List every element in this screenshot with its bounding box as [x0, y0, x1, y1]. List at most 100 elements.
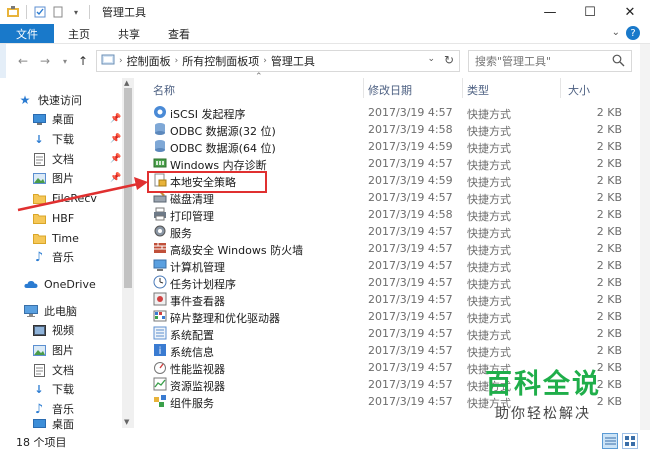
nav-item-pictures[interactable]: 图片	[32, 168, 74, 188]
maximize-button[interactable]: ☐	[570, 0, 610, 24]
file-row[interactable]: 打印管理 2017/3/19 4:58 快捷方式 2 KB	[140, 206, 630, 223]
watermark-title: 百科全说	[485, 369, 601, 400]
large-icons-view-icon[interactable]	[622, 433, 638, 449]
expand-ribbon-icon[interactable]: ⌄	[612, 27, 620, 38]
customize-toolbar-icon[interactable]: ▾	[69, 5, 83, 19]
toolbar-separator	[89, 5, 90, 19]
column-divider[interactable]	[560, 78, 561, 98]
nav-item-documents[interactable]: 文档	[32, 149, 74, 169]
recent-locations-icon[interactable]: ▾	[56, 52, 74, 70]
search-box[interactable]	[468, 50, 632, 72]
scroll-down-icon[interactable]: ▼	[124, 418, 129, 426]
nav-item-desktop[interactable]: 桌面	[32, 109, 74, 129]
desktop-icon	[32, 112, 46, 126]
item-count: 18 个项目	[16, 436, 67, 449]
column-type[interactable]: 类型	[467, 82, 489, 98]
file-row[interactable]: 计算机管理 2017/3/19 4:57 快捷方式 2 KB	[140, 257, 630, 274]
nav-item-hbf[interactable]: HBF	[32, 208, 74, 228]
address-dropdown-icon[interactable]: ⌄	[427, 54, 435, 64]
file-date: 2017/3/19 4:57	[368, 157, 453, 170]
file-row[interactable]: 系统配置 2017/3/19 4:57 快捷方式 2 KB	[140, 325, 630, 342]
nav-pc-videos[interactable]: 视频	[32, 320, 74, 340]
file-row[interactable]: ODBC 数据源(64 位) 2017/3/19 4:59 快捷方式 2 KB	[140, 138, 630, 155]
file-row[interactable]: 事件查看器 2017/3/19 4:57 快捷方式 2 KB	[140, 291, 630, 308]
nav-pc-desktop[interactable]: 桌面	[32, 418, 74, 430]
pin-icon[interactable]: 📌	[110, 154, 121, 164]
nav-item-filerecv[interactable]: FileRecv	[32, 188, 97, 208]
pin-icon[interactable]: 📌	[110, 134, 121, 144]
nav-label: 下载	[52, 133, 74, 146]
file-date: 2017/3/19 4:57	[368, 276, 453, 289]
nav-quick-access[interactable]: ★ 快速访问	[18, 90, 82, 110]
column-divider[interactable]	[363, 78, 364, 98]
close-button[interactable]: ✕	[610, 0, 650, 24]
watermark-subtitle: 助你轻松解决	[495, 406, 591, 422]
new-folder-icon[interactable]	[51, 5, 65, 19]
column-divider[interactable]	[462, 78, 463, 98]
file-row[interactable]: 任务计划程序 2017/3/19 4:57 快捷方式 2 KB	[140, 274, 630, 291]
nav-pc-pictures[interactable]: 图片	[32, 340, 74, 360]
scroll-up-icon[interactable]: ▲	[124, 79, 129, 87]
file-date: 2017/3/19 4:57	[368, 242, 453, 255]
breadcrumb-admin-tools[interactable]: 管理工具	[271, 53, 315, 69]
nav-label: 快速访问	[38, 94, 82, 107]
details-view-icon[interactable]	[602, 433, 618, 449]
breadcrumb-control-panel[interactable]: 控制面板	[127, 53, 171, 69]
file-size: 2 KB	[596, 191, 622, 204]
download-icon: ↓	[34, 382, 44, 396]
file-row[interactable]: 服务 2017/3/19 4:57 快捷方式 2 KB	[140, 223, 630, 240]
video-icon	[32, 323, 46, 337]
pin-icon[interactable]: 📌	[110, 114, 121, 124]
nav-item-time[interactable]: Time	[32, 228, 79, 248]
nav-this-pc[interactable]: 此电脑	[24, 301, 77, 321]
search-input[interactable]	[475, 54, 605, 68]
address-bar[interactable]: › 控制面板 › 所有控制面板项 › 管理工具 ⌄ ↻	[96, 50, 460, 72]
file-row[interactable]: Windows 内存诊断 2017/3/19 4:57 快捷方式 2 KB	[140, 155, 630, 172]
file-size: 2 KB	[596, 276, 622, 289]
nav-onedrive[interactable]: OneDrive	[24, 274, 96, 294]
breadcrumb-separator: ›	[174, 56, 179, 66]
nav-label: HBF	[52, 211, 75, 225]
column-size[interactable]: 大小	[568, 82, 590, 98]
tab-home[interactable]: 主页	[54, 24, 104, 43]
folder-icon	[32, 211, 46, 225]
search-icon[interactable]	[612, 54, 625, 70]
breadcrumb-all-items[interactable]: 所有控制面板项	[182, 53, 259, 69]
tab-file[interactable]: 文件	[0, 24, 54, 43]
back-arrow-icon[interactable]: ←	[14, 52, 32, 70]
cloud-icon	[24, 277, 38, 291]
minimize-button[interactable]: —	[530, 0, 570, 24]
file-size: 2 KB	[596, 259, 622, 272]
properties-icon[interactable]	[33, 5, 47, 19]
nav-item-music[interactable]: ♪ 音乐	[32, 247, 74, 267]
nav-scrollbar-thumb[interactable]	[124, 88, 132, 288]
file-row[interactable]: ODBC 数据源(32 位) 2017/3/19 4:58 快捷方式 2 KB	[140, 121, 630, 138]
pin-icon[interactable]: 📌	[110, 173, 121, 183]
column-name[interactable]: 名称	[153, 82, 175, 98]
file-type: 快捷方式	[467, 346, 511, 359]
forward-arrow-icon[interactable]: →	[36, 52, 54, 70]
nav-pc-music[interactable]: ♪ 音乐	[32, 399, 74, 419]
nav-item-downloads[interactable]: ↓ 下载	[32, 129, 74, 149]
file-row[interactable]: 碎片整理和优化驱动器 2017/3/19 4:57 快捷方式 2 KB	[140, 308, 630, 325]
nav-pc-documents[interactable]: 文档	[32, 360, 74, 380]
file-type: 快捷方式	[467, 108, 511, 121]
window-title: 管理工具	[102, 6, 146, 19]
system-information-icon: i	[153, 343, 167, 357]
column-date[interactable]: 修改日期	[368, 82, 412, 98]
refresh-icon[interactable]: ↻	[444, 53, 454, 67]
control-panel-icon	[101, 53, 115, 70]
file-row[interactable]: iSCSI 发起程序 2017/3/19 4:57 快捷方式 2 KB	[140, 104, 630, 121]
help-icon[interactable]: ?	[626, 26, 640, 40]
tab-share[interactable]: 共享	[104, 24, 154, 43]
highlight-box	[147, 171, 267, 193]
music-icon: ♪	[34, 401, 44, 417]
tab-view[interactable]: 查看	[154, 24, 204, 43]
file-row[interactable]: 高级安全 Windows 防火墙 2017/3/19 4:57 快捷方式 2 K…	[140, 240, 630, 257]
nav-pc-downloads[interactable]: ↓ 下载	[32, 379, 74, 399]
up-arrow-icon[interactable]: ↑	[74, 52, 92, 70]
computer-management-icon	[153, 258, 167, 272]
file-row[interactable]: i 系统信息 2017/3/19 4:57 快捷方式 2 KB	[140, 342, 630, 359]
app-icon[interactable]	[6, 5, 20, 19]
nav-label: 此电脑	[44, 305, 77, 318]
